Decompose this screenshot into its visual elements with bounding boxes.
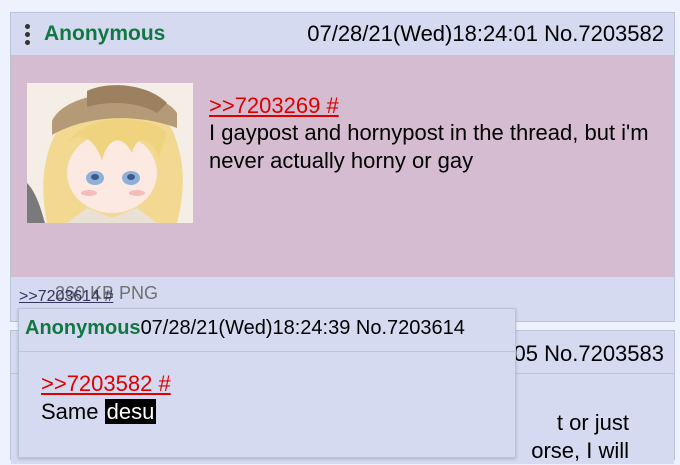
popup-header: Anonymous07/28/21(Wed)18:24:39 No.720361…	[25, 317, 465, 340]
post-7203582: Anonymous 07/28/21(Wed)18:24:01 No.72035…	[10, 12, 675, 322]
divider	[19, 351, 515, 352]
quote-link[interactable]: >>7203269 #	[209, 93, 339, 119]
post-thumbnail-image[interactable]	[27, 83, 193, 223]
post-header: Anonymous 07/28/21(Wed)18:24:01 No.72035…	[11, 13, 674, 55]
poster-name: Anonymous	[44, 22, 166, 45]
post-datetime-number[interactable]: 07/28/21(Wed)18:24:39 No.7203614	[141, 317, 465, 339]
post-menu-icon[interactable]	[25, 24, 31, 46]
post-message-fragment: orse, I will	[531, 438, 629, 463]
post-message-fragment: t or just	[556, 410, 629, 435]
post-datetime-number[interactable]: 07/28/21(Wed)18:24:01 No.7203582	[307, 21, 664, 47]
message-text: Same	[41, 399, 105, 424]
backlink[interactable]: >>7203614 #	[19, 288, 113, 306]
post-message: Same desu	[41, 399, 157, 425]
post-message: I gaypost and hornypost in the thread, b…	[209, 120, 649, 173]
post-datetime-number[interactable]: 05 No.7203583	[514, 341, 664, 367]
poster-name: Anonymous	[25, 317, 141, 339]
quote-preview-popup: Anonymous07/28/21(Wed)18:24:39 No.720361…	[18, 308, 516, 458]
spoiler-text[interactable]: desu	[104, 399, 157, 424]
quote-link[interactable]: >>7203582 #	[41, 371, 171, 397]
